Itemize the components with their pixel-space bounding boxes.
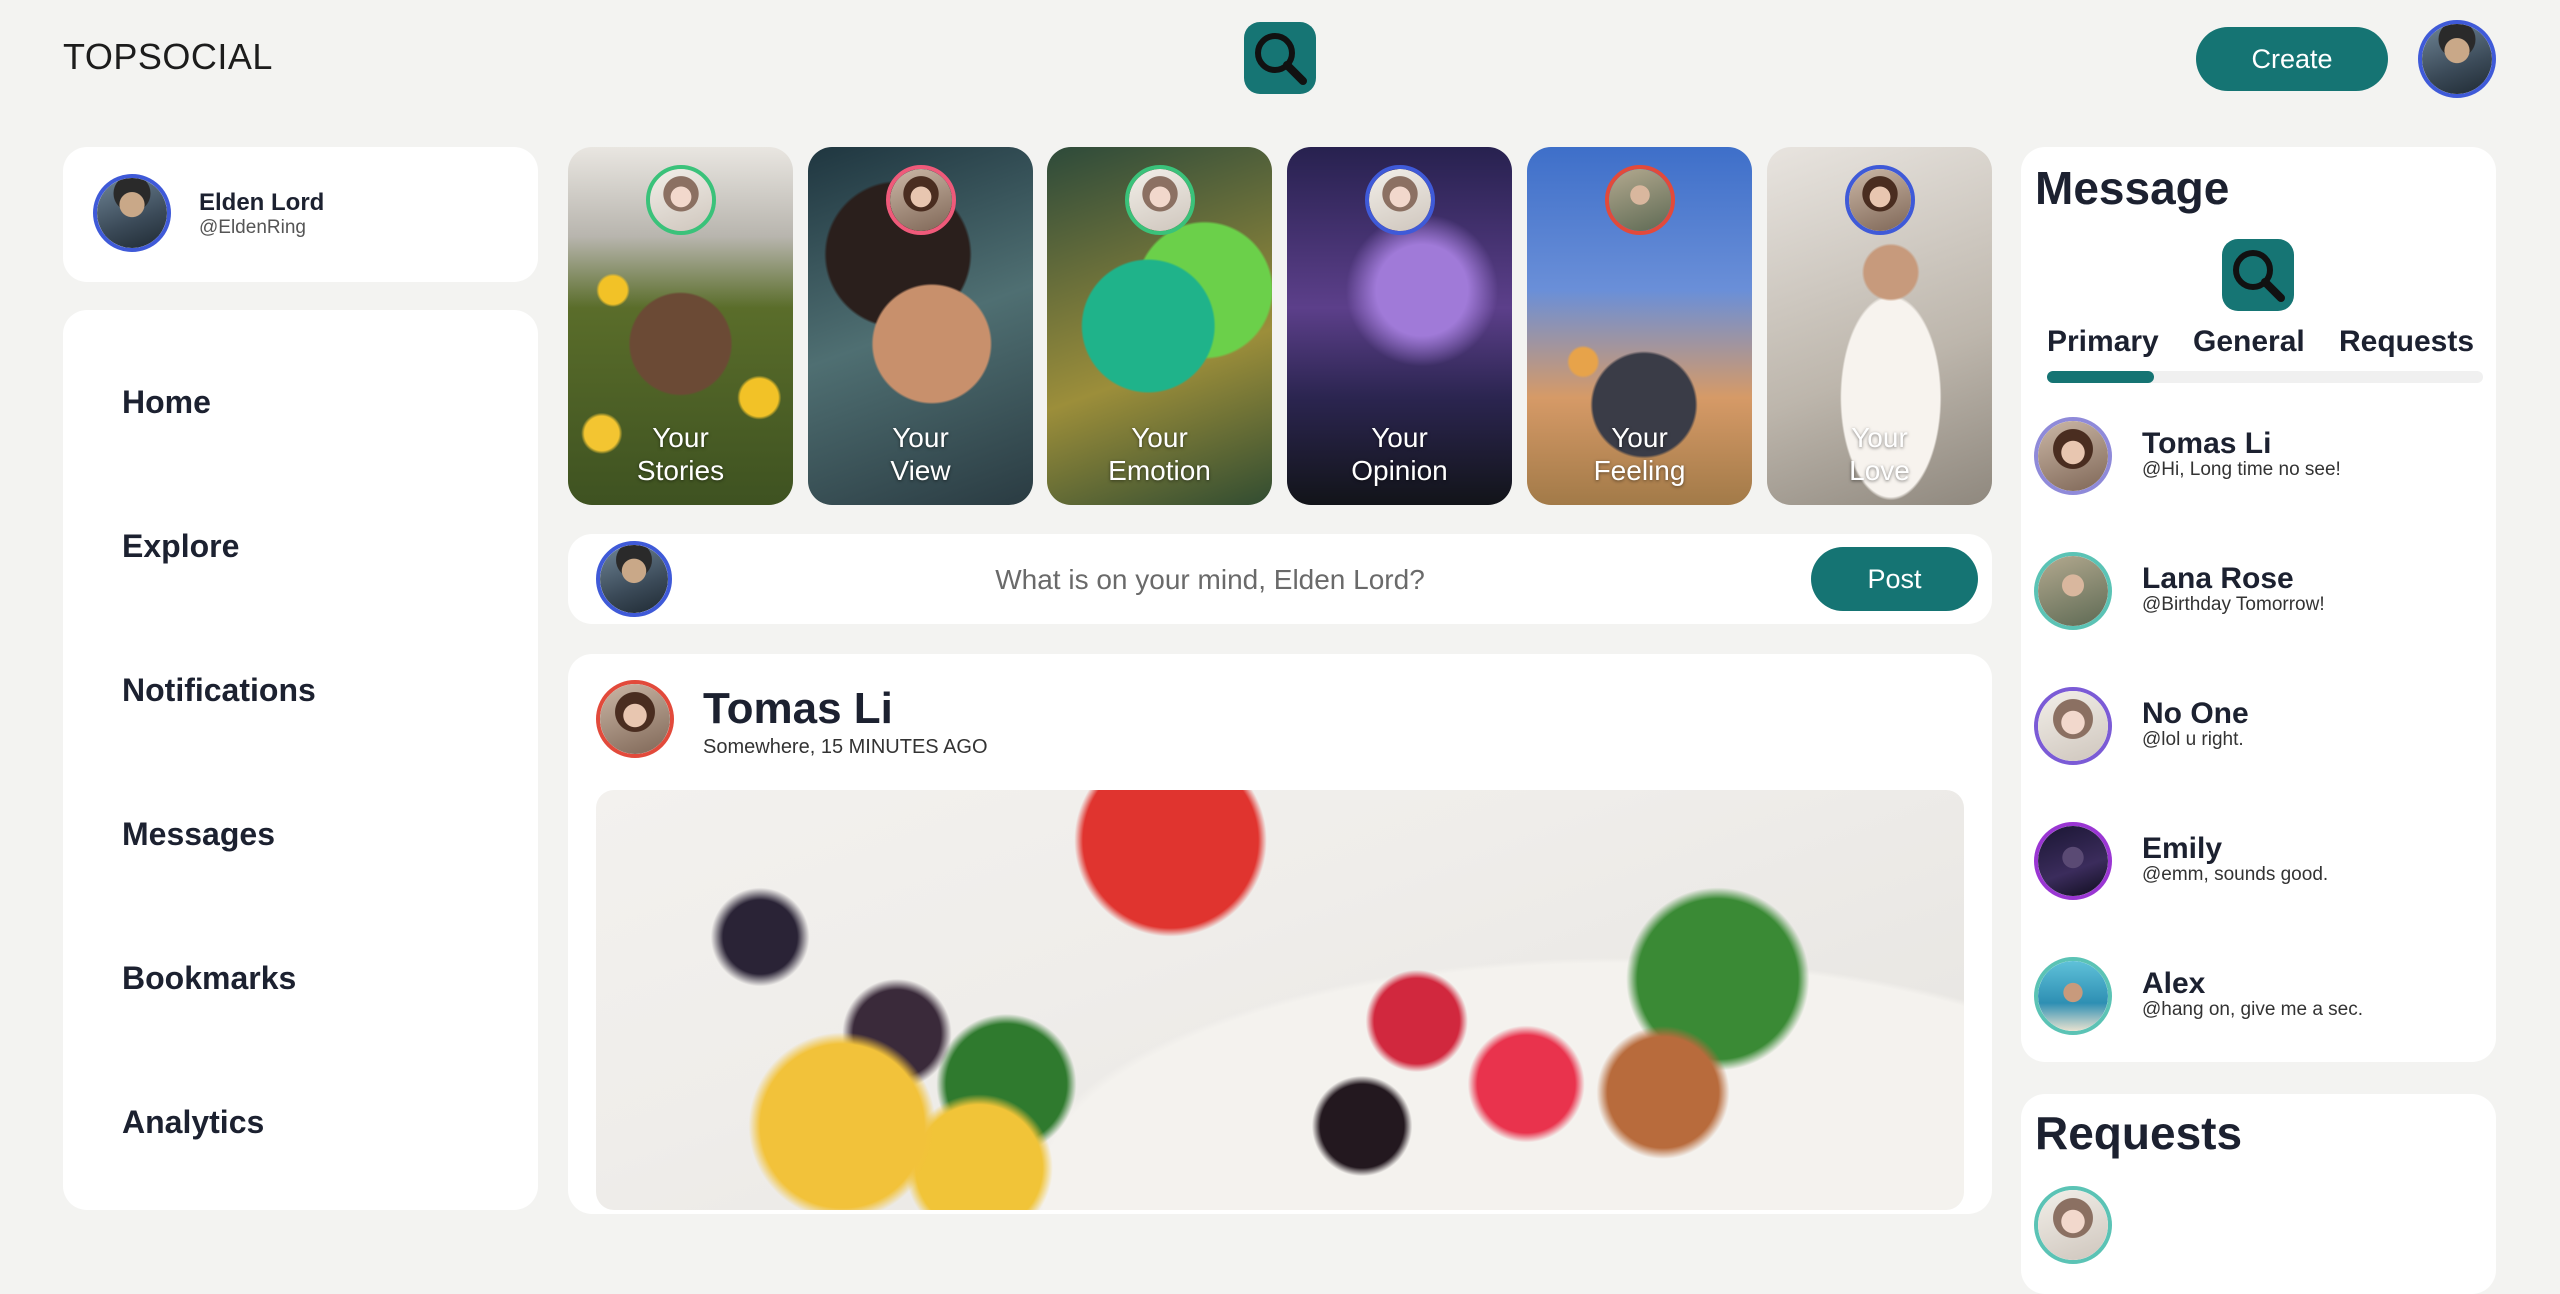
tab-requests[interactable]: Requests — [2339, 325, 2474, 359]
message-text: @lol u right. — [2142, 729, 2244, 750]
nav-item-notifications[interactable]: Notifications — [122, 672, 316, 709]
story-card[interactable]: Your Opinion — [1287, 147, 1512, 505]
search-icon — [2233, 250, 2285, 302]
story-label: Your Stories — [636, 422, 725, 486]
message-item[interactable]: Emily @emm, sounds good. — [2034, 822, 2474, 902]
nav-item-analytics[interactable]: Analytics — [122, 1104, 264, 1141]
message-name: No One — [2142, 697, 2249, 730]
message-item[interactable]: Alex @hang on, give me a sec. — [2034, 957, 2474, 1037]
tab-primary[interactable]: Primary — [2047, 325, 2159, 359]
search-button[interactable] — [1244, 22, 1316, 94]
user-avatar[interactable] — [2418, 20, 2496, 98]
message-text: @hang on, give me a sec. — [2142, 999, 2364, 1020]
story-avatar — [645, 165, 716, 235]
story-card[interactable]: Your Stories — [568, 147, 793, 505]
story-label: Your Emotion — [1108, 422, 1211, 486]
post-image[interactable] — [596, 790, 1964, 1210]
brand-logo[interactable]: TOPSOCIAL — [63, 36, 273, 78]
message-avatar — [2034, 822, 2112, 900]
search-icon — [1255, 33, 1307, 85]
story-card[interactable]: Your View — [808, 147, 1033, 505]
message-name: Emily — [2142, 832, 2223, 865]
compose-bar: Post — [568, 534, 1992, 624]
post-author-name[interactable]: Tomas Li — [703, 684, 893, 734]
profile-name: Elden Lord — [199, 189, 325, 216]
story-avatar — [1844, 165, 1915, 235]
message-name: Lana Rose — [2142, 562, 2294, 595]
story-avatar — [1364, 165, 1435, 235]
tab-indicator — [2047, 371, 2154, 383]
message-text: @Hi, Long time no see! — [2142, 459, 2341, 480]
story-label: Your View — [890, 422, 951, 486]
compose-input[interactable] — [818, 554, 1602, 606]
story-label: Your Feeling — [1593, 422, 1686, 486]
story-label: Your Opinion — [1351, 422, 1448, 486]
profile-handle: @EldenRing — [199, 217, 306, 238]
requests-panel: Requests — [2021, 1094, 2496, 1294]
message-text: @Birthday Tomorrow! — [2142, 594, 2325, 615]
message-avatar — [2034, 417, 2112, 495]
story-card[interactable]: Your Emotion — [1047, 147, 1272, 505]
requests-title: Requests — [2035, 1107, 2243, 1159]
messages-panel: Message Primary General Requests Tomas L… — [2021, 147, 2496, 1062]
message-avatar — [2034, 687, 2112, 765]
message-avatar — [2034, 957, 2112, 1035]
story-card[interactable]: Your Love — [1767, 147, 1992, 505]
nav-item-bookmarks[interactable]: Bookmarks — [122, 960, 296, 997]
message-item[interactable]: Tomas Li @Hi, Long time no see! — [2034, 417, 2474, 497]
sidebar-nav: Home Explore Notifications Messages Book… — [63, 310, 538, 1210]
message-item[interactable]: No One @lol u right. — [2034, 687, 2474, 767]
create-button[interactable]: Create — [2196, 27, 2388, 91]
story-avatar — [1604, 165, 1675, 235]
message-text: @emm, sounds good. — [2142, 864, 2329, 885]
post-meta: Somewhere, 15 MINUTES AGO — [703, 736, 988, 758]
message-item[interactable]: Lana Rose @Birthday Tomorrow! — [2034, 552, 2474, 632]
messages-search-button[interactable] — [2222, 239, 2294, 311]
story-avatar — [885, 165, 956, 235]
post-author-avatar[interactable] — [596, 680, 674, 758]
feed-post: Tomas Li Somewhere, 15 MINUTES AGO — [568, 654, 1992, 1214]
nav-item-messages[interactable]: Messages — [122, 816, 275, 853]
story-card[interactable]: Your Feeling — [1527, 147, 1752, 505]
request-avatar[interactable] — [2034, 1186, 2112, 1264]
nav-item-home[interactable]: Home — [122, 384, 211, 421]
story-avatar — [1124, 165, 1195, 235]
post-button[interactable]: Post — [1811, 547, 1978, 611]
nav-item-explore[interactable]: Explore — [122, 528, 239, 565]
messages-title: Message — [2035, 162, 2230, 214]
message-avatar — [2034, 552, 2112, 630]
story-label: Your Love — [1849, 422, 1910, 486]
compose-avatar — [596, 541, 672, 617]
tab-general[interactable]: General — [2193, 325, 2305, 359]
profile-card[interactable]: Elden Lord @EldenRing — [63, 147, 538, 282]
message-name: Alex — [2142, 967, 2206, 1000]
message-name: Tomas Li — [2142, 427, 2272, 460]
profile-avatar — [93, 174, 171, 252]
